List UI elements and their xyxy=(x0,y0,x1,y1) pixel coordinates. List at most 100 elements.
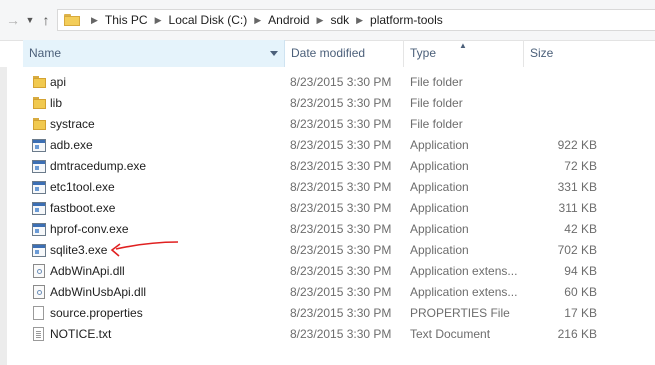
application-icon xyxy=(32,160,46,173)
chevron-right-icon[interactable]: ▶ xyxy=(155,15,162,26)
file-name: systrace xyxy=(50,117,95,131)
file-type: Application xyxy=(410,159,469,173)
file-row[interactable]: hprof-conv.exe 8/23/2015 3:30 PM Applicati… xyxy=(0,219,655,240)
file-name: adb.exe xyxy=(50,138,93,152)
breadcrumb-local-disk[interactable]: Local Disk (C:) xyxy=(169,13,248,27)
chevron-right-icon[interactable]: ▶ xyxy=(254,15,261,26)
application-icon xyxy=(32,223,46,236)
file-row[interactable]: api 8/23/2015 3:30 PM File folder xyxy=(0,72,655,93)
file-date-modified: 8/23/2015 3:30 PM xyxy=(290,264,392,278)
column-header-name-label: Name xyxy=(29,46,62,60)
file-icon-cell xyxy=(32,303,46,324)
file-date-modified: 8/23/2015 3:30 PM xyxy=(290,138,392,152)
file-type: Application xyxy=(410,243,469,257)
breadcrumb-platform-tools[interactable]: platform-tools xyxy=(370,13,443,27)
file-row[interactable]: adb.exe 8/23/2015 3:30 PM Application 922 K… xyxy=(0,135,655,156)
file-type: Application extens... xyxy=(410,264,518,278)
application-icon xyxy=(32,139,46,152)
file-size: 94 KB xyxy=(564,264,597,278)
file-name: etc1tool.exe xyxy=(50,180,115,194)
sort-ascending-icon: ▲ xyxy=(459,41,467,50)
file-type: File folder xyxy=(410,96,463,110)
chevron-right-icon[interactable]: ▶ xyxy=(317,15,324,26)
file-row[interactable]: AdbWinUsbApi.dll 8/23/2015 3:30 PM Applica… xyxy=(0,282,655,303)
file-row[interactable]: fastboot.exe 8/23/2015 3:30 PM Application… xyxy=(0,198,655,219)
file-type: File folder xyxy=(410,75,463,89)
file-name: AdbWinApi.dll xyxy=(50,264,125,278)
file-name: source.properties xyxy=(50,306,143,320)
file-row[interactable]: systrace 8/23/2015 3:30 PM File folder xyxy=(0,114,655,135)
application-icon xyxy=(32,244,46,257)
file-type: File folder xyxy=(410,117,463,131)
file-icon-cell xyxy=(32,114,46,135)
file-date-modified: 8/23/2015 3:30 PM xyxy=(290,201,392,215)
chevron-right-icon[interactable]: ▶ xyxy=(356,15,363,26)
file-size: 922 KB xyxy=(557,138,597,152)
red-arrow-annotation xyxy=(110,241,179,257)
breadcrumb-sdk[interactable]: sdk xyxy=(330,13,349,27)
file-name: dmtracedump.exe xyxy=(50,159,147,173)
file-date-modified: 8/23/2015 3:30 PM xyxy=(290,159,392,173)
folder-icon xyxy=(32,76,46,89)
file-size: 72 KB xyxy=(564,159,597,173)
file-type: Application xyxy=(410,138,469,152)
file-size: 17 KB xyxy=(564,306,597,320)
navigation-bar: → ▼ ↑ ▶ This PC ▶ Local Disk (C:) ▶ Andr… xyxy=(0,0,655,41)
file-type: Application xyxy=(410,222,469,236)
file-type: Text Document xyxy=(410,327,491,341)
application-icon xyxy=(32,202,46,215)
file-row[interactable]: etc1tool.exe 8/23/2015 3:30 PM Application… xyxy=(0,177,655,198)
column-header-type-label: Type xyxy=(410,46,437,60)
breadcrumb-android[interactable]: Android xyxy=(268,13,309,27)
column-headers: Name Date modified Type Size xyxy=(0,40,655,67)
file-date-modified: 8/23/2015 3:30 PM xyxy=(290,96,392,110)
file-type: PROPERTIES File xyxy=(410,306,510,320)
file-name: NOTICE.txt xyxy=(50,327,112,341)
chevron-down-icon[interactable] xyxy=(270,51,278,56)
file-type: Application extens... xyxy=(410,285,518,299)
column-header-name[interactable]: Name xyxy=(23,40,285,67)
application-icon xyxy=(32,181,46,194)
file-row[interactable]: source.properties 8/23/2015 3:30 PM PROPER… xyxy=(0,303,655,324)
file-date-modified: 8/23/2015 3:30 PM xyxy=(290,327,392,341)
column-header-size[interactable]: Size xyxy=(524,40,655,67)
file-size: 702 KB xyxy=(557,243,597,257)
file-size xyxy=(524,114,597,135)
up-arrow-icon[interactable]: ↑ xyxy=(37,10,55,30)
file-row[interactable]: sqlite3.exe 8/23/2015 3:30 PM Application 7… xyxy=(0,240,655,261)
file-icon-cell xyxy=(32,219,46,240)
file-date-modified: 8/23/2015 3:30 PM xyxy=(290,75,392,89)
file-row[interactable]: NOTICE.txt 8/23/2015 3:30 PM Text Document… xyxy=(0,324,655,345)
file-size xyxy=(524,93,597,114)
forward-arrow-icon[interactable]: → xyxy=(4,10,22,30)
file-icon-cell xyxy=(32,240,46,261)
file-icon-cell xyxy=(32,198,46,219)
file-size: 311 KB xyxy=(558,201,597,215)
chevron-right-icon[interactable]: ▶ xyxy=(91,15,98,26)
breadcrumb-this-pc[interactable]: This PC xyxy=(105,13,148,27)
file-row[interactable]: AdbWinApi.dll 8/23/2015 3:30 PM Applicatio… xyxy=(0,261,655,282)
file-name: api xyxy=(50,75,67,89)
dll-icon xyxy=(33,264,45,278)
file-row[interactable]: lib 8/23/2015 3:30 PM File folder xyxy=(0,93,655,114)
dll-icon xyxy=(33,285,45,299)
file-size: 216 KB xyxy=(557,327,597,341)
file-icon-cell xyxy=(32,177,46,198)
file-name: fastboot.exe xyxy=(50,201,116,215)
file-date-modified: 8/23/2015 3:30 PM xyxy=(290,243,392,257)
folder-icon xyxy=(32,118,46,131)
file-date-modified: 8/23/2015 3:30 PM xyxy=(290,180,392,194)
file-date-modified: 8/23/2015 3:30 PM xyxy=(290,306,392,320)
file-name: AdbWinUsbApi.dll xyxy=(50,285,147,299)
file-date-modified: 8/23/2015 3:30 PM xyxy=(290,117,392,131)
column-header-size-label: Size xyxy=(530,46,554,60)
file-icon xyxy=(33,306,44,320)
folder-icon xyxy=(64,14,80,26)
file-icon-cell xyxy=(32,93,46,114)
file-size xyxy=(524,72,597,93)
file-date-modified: 8/23/2015 3:30 PM xyxy=(290,222,392,236)
column-header-date[interactable]: Date modified xyxy=(285,40,404,67)
file-row[interactable]: dmtracedump.exe 8/23/2015 3:30 PM Applicat… xyxy=(0,156,655,177)
address-bar[interactable]: ▶ This PC ▶ Local Disk (C:) ▶ Android ▶ … xyxy=(57,9,655,31)
file-type: Application xyxy=(410,201,469,215)
